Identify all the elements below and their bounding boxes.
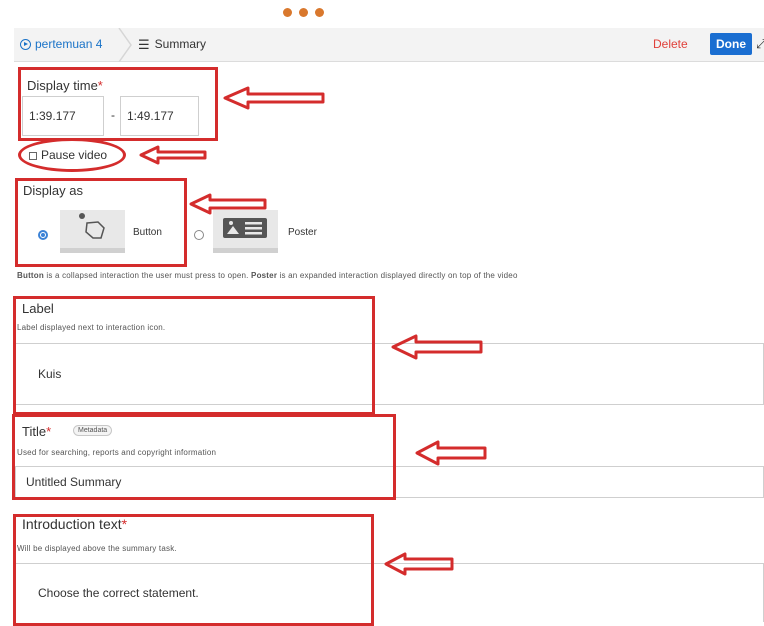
annotation-arrow-icon: [223, 86, 325, 110]
display-as-help-text: Button is a collapsed interaction the us…: [17, 271, 518, 280]
required-mark: *: [97, 78, 103, 93]
help-text-part-1: is a collapsed interaction the user must…: [43, 271, 252, 280]
pause-video-checkbox[interactable]: [29, 152, 37, 160]
fullscreen-expand-icon[interactable]: ⤢: [756, 36, 764, 52]
metadata-badge[interactable]: Metadata: [73, 425, 113, 436]
display-as-button-radio[interactable]: [38, 230, 48, 240]
poster-icon: [223, 218, 267, 238]
title-label-text: Title: [22, 424, 47, 439]
annotation-arrow-icon: [139, 145, 207, 165]
display-as-label: Display as: [23, 183, 83, 198]
display-as-button-label: Button: [133, 227, 162, 238]
poster-option-thumbnail[interactable]: [213, 210, 278, 253]
annotation-arrow-icon: [415, 440, 487, 466]
required-mark: *: [46, 424, 52, 439]
button-option-thumbnail[interactable]: [60, 210, 125, 253]
display-time-label-text: Display time: [27, 78, 98, 93]
breadcrumb-root-label: pertemuan 4: [35, 37, 103, 51]
display-as-poster-label: Poster: [288, 227, 317, 238]
thumbnail-progress-bar: [60, 248, 125, 253]
title-field-description: Used for searching, reports and copyrigh…: [17, 448, 217, 457]
intro-field-label: Introduction text*: [22, 516, 127, 532]
intro-text-editor[interactable]: Choose the correct statement.: [15, 563, 764, 622]
display-time-end-input[interactable]: 1:49.177: [120, 96, 199, 136]
title-input[interactable]: Untitled Summary: [15, 466, 764, 498]
display-as-poster-radio[interactable]: [194, 230, 204, 240]
intro-field-description: Will be displayed above the summary task…: [17, 544, 177, 553]
label-input[interactable]: Kuis: [15, 343, 764, 405]
delete-button[interactable]: Delete: [653, 37, 688, 51]
display-time-label: Display time*: [27, 78, 103, 93]
help-button-term: Button: [17, 271, 44, 280]
breadcrumb-root[interactable]: pertemuan 4: [20, 37, 102, 51]
list-icon: ☰: [138, 36, 150, 52]
intro-label-text: Introduction text: [22, 516, 122, 532]
hand-pointer-icon: [79, 213, 105, 239]
thumbnail-progress-bar: [213, 248, 278, 253]
interactive-video-icon: [20, 38, 31, 50]
done-button[interactable]: Done: [710, 33, 752, 55]
required-mark: *: [121, 516, 128, 532]
editor-toolbar: pertemuan 4 ☰ Summary Delete Done ⤢: [14, 28, 764, 62]
help-text-part-2: is an expanded interaction displayed dir…: [277, 271, 518, 280]
display-time-start-input[interactable]: 1:39.177: [22, 96, 104, 136]
pause-video-label: Pause video: [41, 148, 108, 162]
time-range-separator: -: [111, 108, 115, 122]
help-poster-term: Poster: [251, 271, 278, 280]
breadcrumb-separator-icon: [118, 28, 132, 62]
loading-dots: [283, 8, 324, 17]
label-field-label: Label: [22, 301, 54, 316]
title-field-label: Title*: [22, 424, 51, 439]
breadcrumb-current: ☰ Summary: [138, 37, 206, 51]
label-field-description: Label displayed next to interaction icon…: [17, 323, 166, 332]
breadcrumb-current-label: Summary: [154, 37, 206, 51]
